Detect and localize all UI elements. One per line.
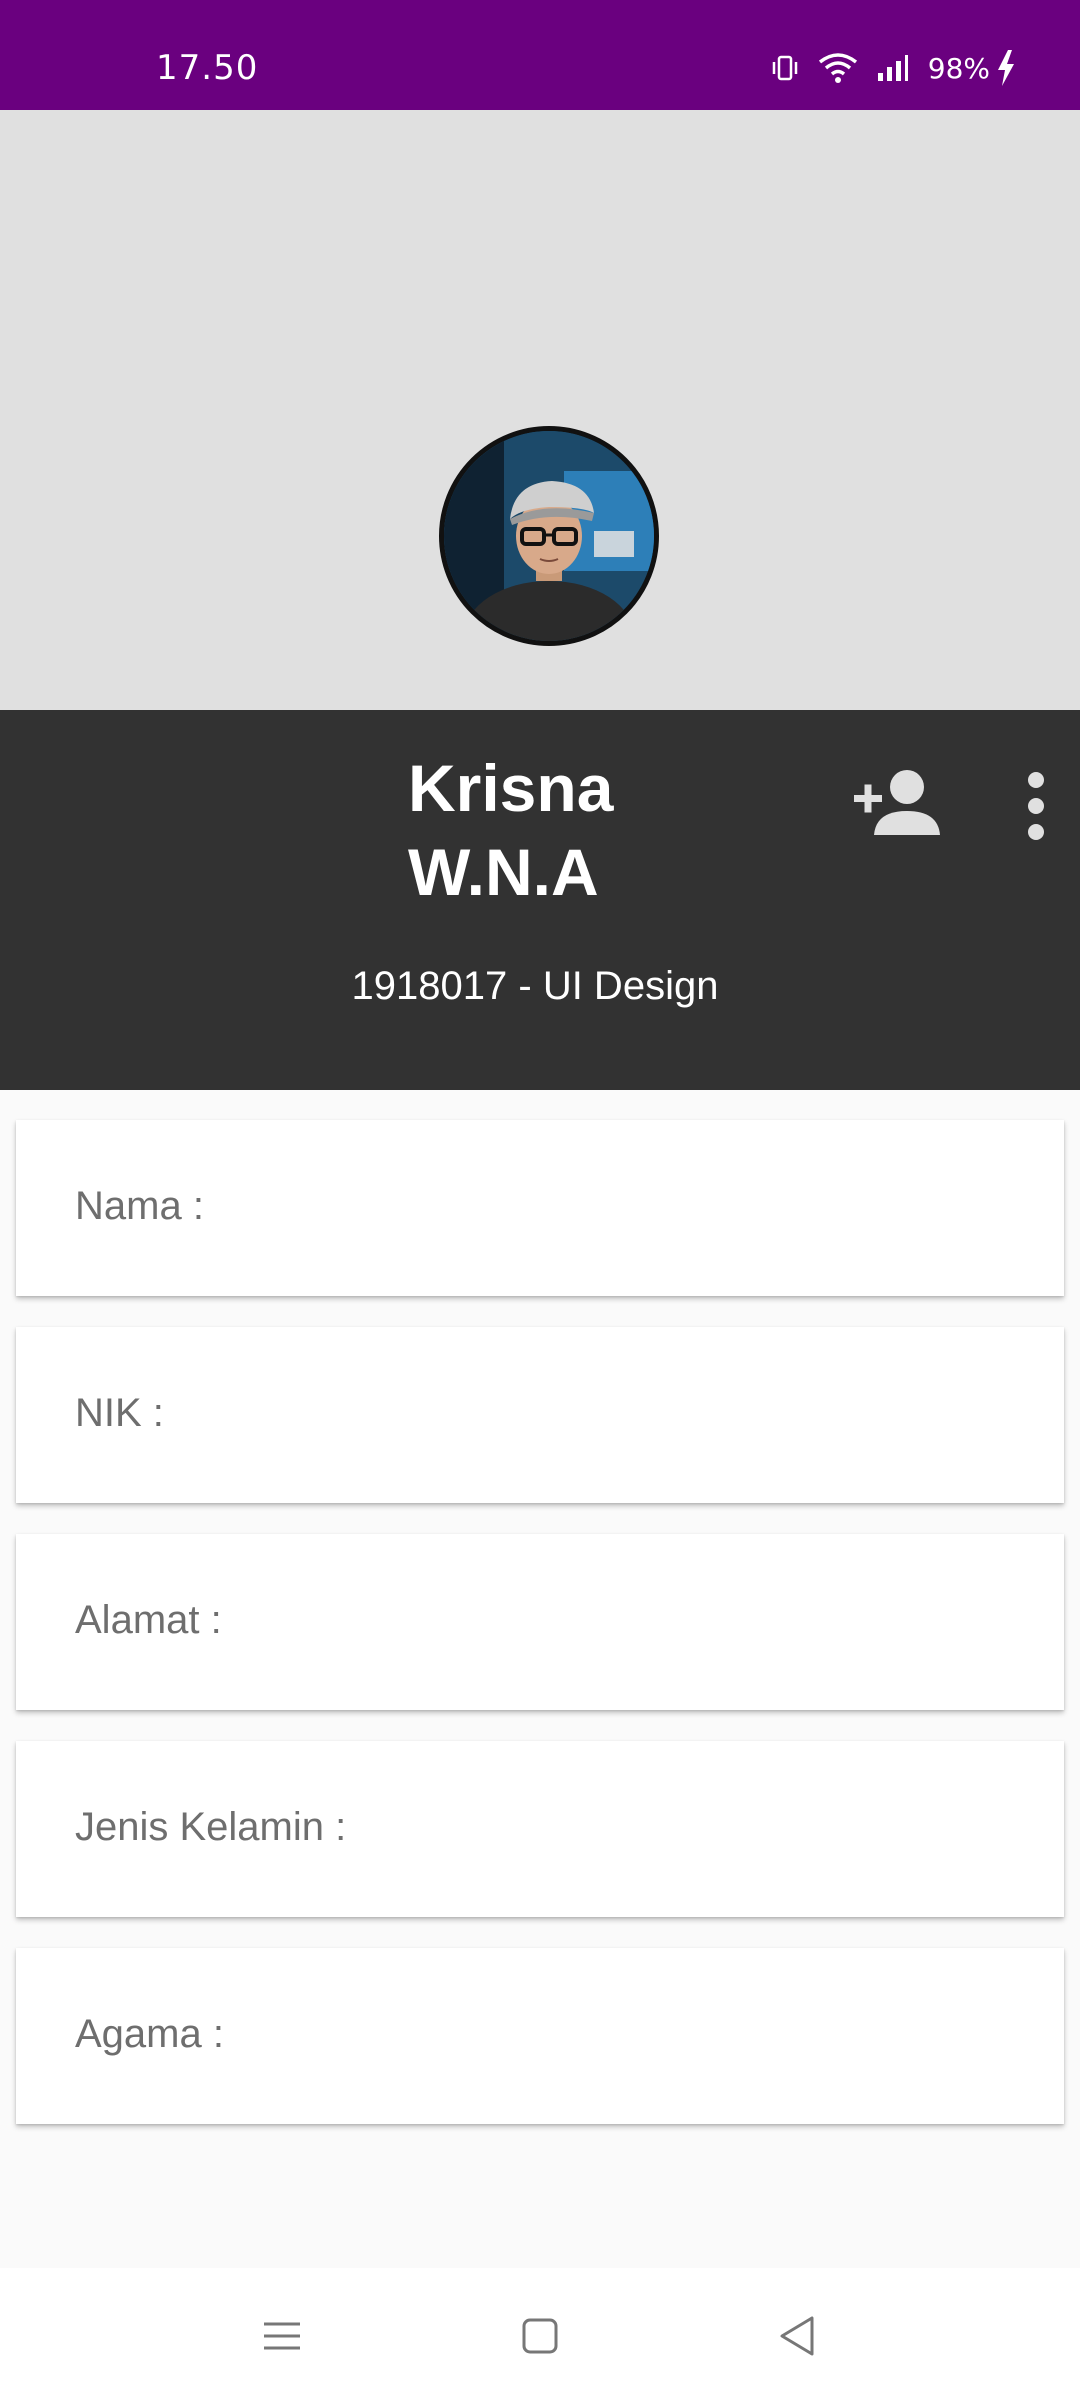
field-label-agama: Agama : [75,2012,224,2056]
vibrate-icon [770,53,800,83]
field-label-alamat: Alamat : [75,1598,222,1642]
recent-apps-button[interactable] [252,2306,312,2366]
field-card-jenis-kelamin[interactable]: Jenis Kelamin : [16,1741,1064,1917]
avatar-photo [444,431,654,641]
profile-name-first: Krisna [408,751,614,825]
profile-name-second: W.N.A [408,835,599,909]
menu-icon [264,2322,300,2350]
system-nav-bar [0,2268,1080,2400]
field-label-jenis-kelamin: Jenis Kelamin : [75,1805,347,1849]
more-vert-icon [1028,772,1044,840]
status-time: 17.50 [156,48,259,88]
status-bar: 17.50 98% [0,0,1080,110]
field-card-nik[interactable]: NIK : [16,1327,1064,1503]
field-label-nama: Nama : [75,1184,204,1228]
wifi-icon [818,52,858,84]
back-button[interactable] [768,2306,828,2366]
battery-percentage: 98% [927,51,990,85]
field-label-nik: NIK : [75,1391,164,1435]
avatar[interactable] [439,426,659,646]
profile-header: Krisna W.N.A 1918017 - UI Design [0,710,1080,1090]
home-button[interactable] [510,2306,570,2366]
back-icon [780,2316,814,2356]
field-card-agama[interactable]: Agama : [16,1948,1064,2124]
charging-icon [996,50,1016,86]
profile-subtitle: 1918017 - UI Design [351,964,719,1008]
signal-icon [876,53,910,83]
field-card-nama[interactable]: Nama : [16,1120,1064,1296]
home-icon [522,2318,558,2354]
more-options-button[interactable] [1010,766,1064,846]
add-person-button[interactable] [852,765,942,841]
status-icons: 98% [770,50,1016,86]
field-card-alamat[interactable]: Alamat : [16,1534,1064,1710]
add-person-icon [854,770,940,835]
